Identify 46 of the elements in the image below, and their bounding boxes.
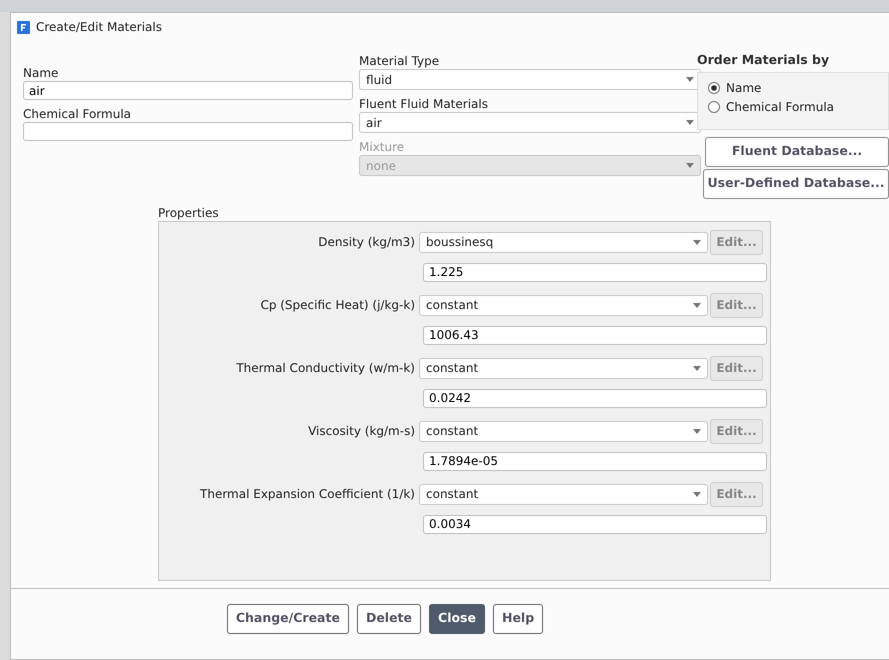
- dropdown[interactable]: constant: [419, 420, 708, 442]
- dropdown-caret-icon: [686, 120, 694, 125]
- dropdown[interactable]: constant: [419, 358, 708, 379]
- dropdown-caret-icon: [686, 163, 694, 168]
- dropdown[interactable]: fluid: [359, 69, 701, 90]
- app-icon: [17, 20, 30, 34]
- value-field[interactable]: 1.7894e-05: [423, 452, 767, 471]
- field-label: Name: [23, 65, 60, 81]
- dropdown-caret-icon: [693, 366, 701, 371]
- dropdown-caret-icon: [693, 302, 701, 308]
- property-label: Viscosity (kg/m-s): [307, 423, 416, 440]
- radio-label[interactable]: Name: [726, 78, 762, 98]
- dropdown-caret-icon: [693, 492, 701, 497]
- value-field[interactable]: 0.0034: [423, 514, 767, 534]
- dropdown[interactable]: constant: [419, 294, 708, 316]
- text-field[interactable]: air: [23, 81, 354, 100]
- property-label: Cp (Specific Heat) (j/kg-k): [259, 297, 416, 314]
- dropdown[interactable]: air: [359, 112, 701, 133]
- property-label: Thermal Conductivity (w/m-k): [235, 360, 416, 378]
- radio-label[interactable]: Chemical Formula: [726, 98, 834, 117]
- dropdown-caret-icon: [693, 428, 701, 434]
- dropdown-caret-icon: [693, 240, 701, 245]
- property-label: Thermal Expansion Coefficient (1/k): [199, 486, 416, 504]
- dropdown-caret-icon: [686, 77, 694, 82]
- action-button[interactable]: Help: [492, 604, 544, 634]
- dropdown[interactable]: constant: [419, 484, 708, 505]
- window-title: Create/Edit Materials: [36, 19, 162, 36]
- field-label: Mixture: [359, 139, 406, 155]
- value-field[interactable]: 1.225: [423, 262, 767, 282]
- action-button[interactable]: Delete: [356, 604, 422, 634]
- value-field[interactable]: 1006.43: [423, 326, 767, 345]
- radio-button[interactable]: [708, 82, 720, 94]
- section-title: Properties: [158, 204, 220, 221]
- field-label: Chemical Formula: [23, 106, 132, 122]
- section-title: Order Materials by: [697, 51, 830, 69]
- action-button[interactable]: Close: [429, 604, 485, 634]
- action-button[interactable]: Change/Create: [226, 604, 349, 634]
- database-button[interactable]: Fluent Database...: [705, 136, 889, 167]
- database-button[interactable]: User-Defined Database...: [703, 168, 889, 199]
- field-label: Fluent Fluid Materials: [359, 96, 489, 112]
- radio-button[interactable]: [708, 101, 720, 114]
- dropdown[interactable]: boussinesq: [419, 232, 708, 253]
- value-field[interactable]: 0.0242: [423, 388, 767, 408]
- text-field[interactable]: [23, 122, 354, 141]
- field-label: Material Type: [359, 53, 440, 69]
- property-label: Density (kg/m3): [317, 234, 416, 252]
